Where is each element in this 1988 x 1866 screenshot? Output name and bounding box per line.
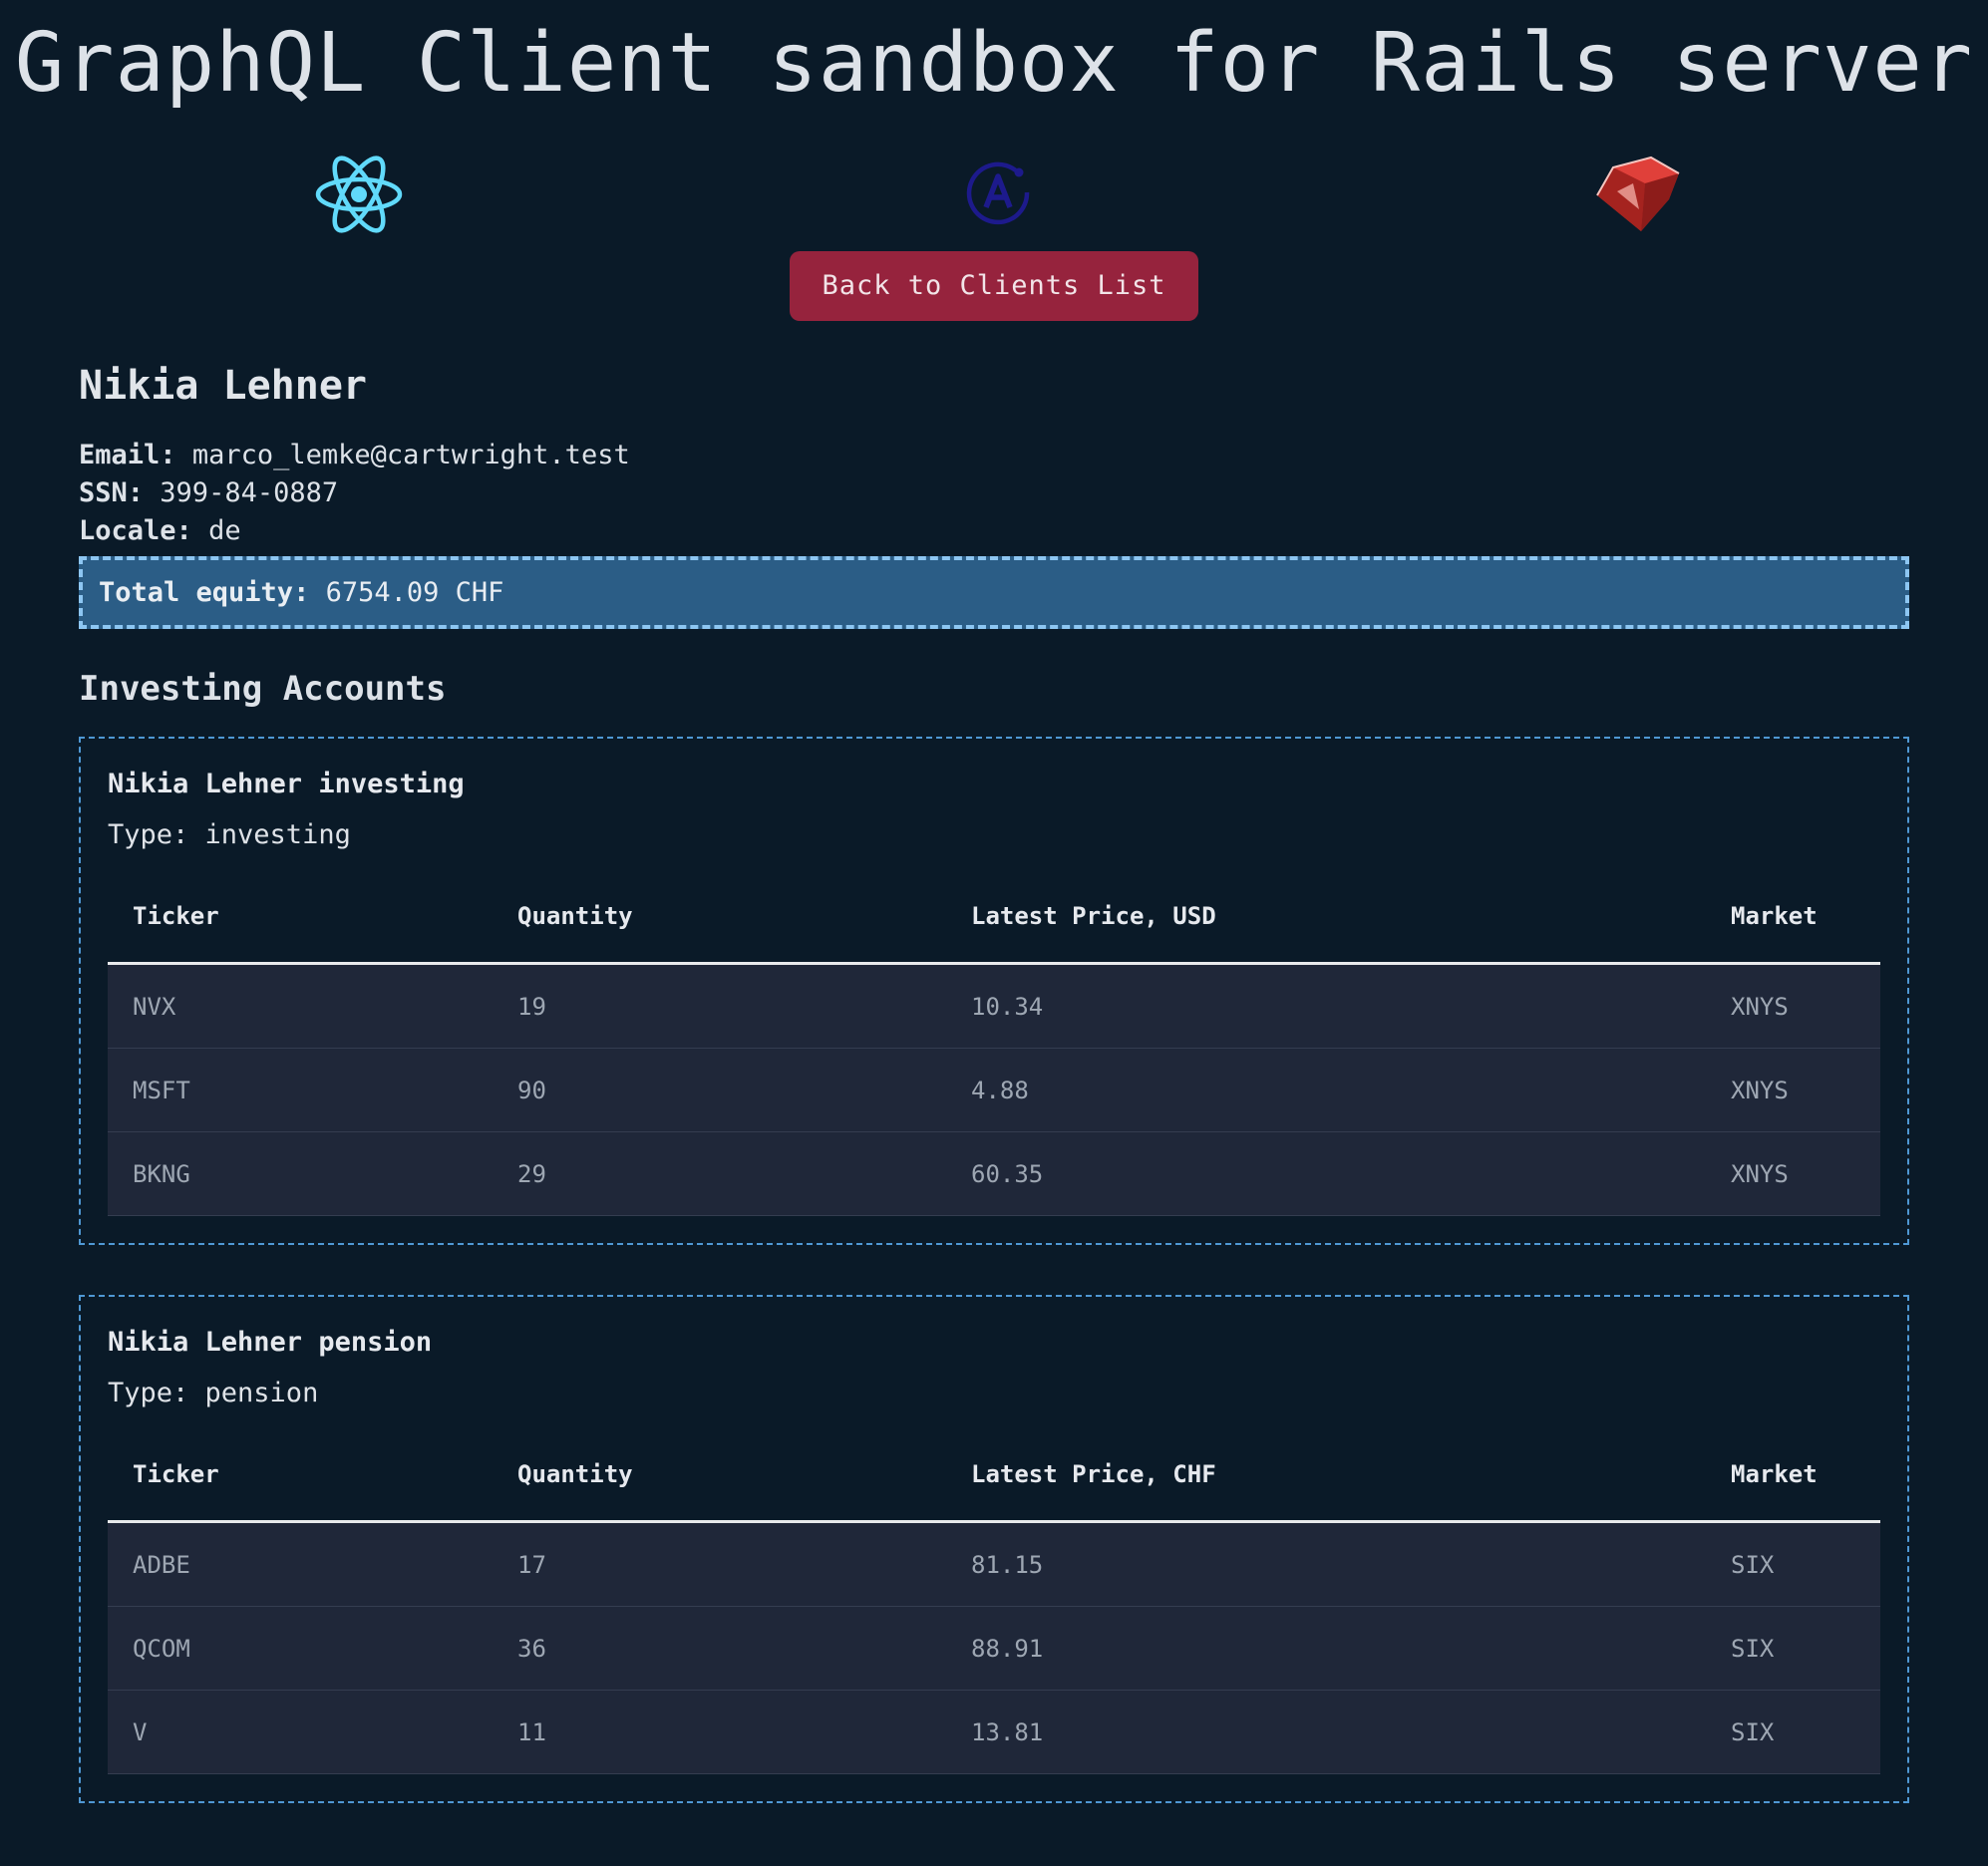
page-title: GraphQL Client sandbox for Rails server (14, 16, 1974, 111)
table-row: MSFT 90 4.88 XNYS (108, 1048, 1880, 1132)
table-row: BKNG 29 60.35 XNYS (108, 1131, 1880, 1216)
cell-price: 10.34 (946, 963, 1706, 1049)
accounts-section-title: Investing Accounts (79, 669, 447, 709)
ssn-label: SSN: (79, 477, 145, 508)
cell-quantity: 36 (493, 1606, 946, 1691)
cell-price: 81.15 (946, 1521, 1706, 1607)
logo-row (0, 124, 1988, 233)
cell-quantity: 19 (493, 963, 946, 1049)
cell-quantity: 90 (493, 1048, 946, 1132)
ssn-field: SSN: 399-84-0887 (79, 474, 1909, 512)
column-header-ticker: Ticker (108, 1450, 493, 1523)
cell-price: 60.35 (946, 1131, 1706, 1216)
client-details: Nikia Lehner Email: marco_lemke@cartwrig… (79, 363, 1909, 1803)
equity-label: Total equity: (99, 577, 310, 608)
holdings-table: Ticker Quantity Latest Price, CHF Market… (108, 1450, 1880, 1774)
account-name: Nikia Lehner investing (108, 769, 465, 799)
table-header-row: Ticker Quantity Latest Price, CHF Market (108, 1450, 1880, 1523)
cell-ticker: MSFT (108, 1048, 493, 1132)
account-type: Type: pension (108, 1378, 319, 1408)
holdings-table: Ticker Quantity Latest Price, USD Market… (108, 892, 1880, 1216)
email-field: Email: marco_lemke@cartwright.test (79, 437, 1909, 474)
cell-market: XNYS (1706, 1048, 1880, 1132)
cell-ticker: ADBE (108, 1521, 493, 1607)
account-type: Type: investing (108, 819, 351, 850)
column-header-market: Market (1706, 1450, 1880, 1523)
account-name: Nikia Lehner pension (108, 1327, 433, 1358)
cell-market: XNYS (1706, 1131, 1880, 1216)
table-row: ADBE 17 81.15 SIX (108, 1521, 1880, 1607)
email-label: Email: (79, 440, 176, 470)
cell-price: 88.91 (946, 1606, 1706, 1691)
cell-price: 4.88 (946, 1048, 1706, 1132)
locale-field: Locale: de (79, 512, 1909, 550)
cell-ticker: V (108, 1690, 493, 1774)
cell-market: SIX (1706, 1606, 1880, 1691)
column-header-price: Latest Price, USD (946, 892, 1706, 965)
equity-value: 6754.09 CHF (325, 577, 504, 608)
cell-price: 13.81 (946, 1690, 1706, 1774)
ruby-icon (1596, 156, 1680, 231)
cell-market: SIX (1706, 1690, 1880, 1774)
locale-value: de (208, 515, 241, 546)
cell-market: SIX (1706, 1521, 1880, 1607)
table-row: V 11 13.81 SIX (108, 1690, 1880, 1774)
table-header-row: Ticker Quantity Latest Price, USD Market (108, 892, 1880, 965)
column-header-market: Market (1706, 892, 1880, 965)
apollo-icon (966, 161, 1030, 225)
column-header-ticker: Ticker (108, 892, 493, 965)
cell-ticker: BKNG (108, 1131, 493, 1216)
locale-label: Locale: (79, 515, 192, 546)
ssn-value: 399-84-0887 (160, 477, 339, 508)
react-icon (315, 156, 403, 233)
back-to-clients-button[interactable]: Back to Clients List (790, 251, 1198, 321)
cell-ticker: QCOM (108, 1606, 493, 1691)
total-equity-box: Total equity: 6754.09 CHF (79, 556, 1909, 629)
cell-quantity: 17 (493, 1521, 946, 1607)
account-card-investing: Nikia Lehner investing Type: investing T… (79, 737, 1909, 1245)
column-header-quantity: Quantity (493, 1450, 946, 1523)
cell-quantity: 11 (493, 1690, 946, 1774)
table-row: NVX 19 10.34 XNYS (108, 963, 1880, 1049)
table-row: QCOM 36 88.91 SIX (108, 1606, 1880, 1691)
cell-quantity: 29 (493, 1131, 946, 1216)
account-card-pension: Nikia Lehner pension Type: pension Ticke… (79, 1295, 1909, 1803)
column-header-quantity: Quantity (493, 892, 946, 965)
client-name: Nikia Lehner (79, 363, 367, 409)
cell-market: XNYS (1706, 963, 1880, 1049)
cell-ticker: NVX (108, 963, 493, 1049)
column-header-price: Latest Price, CHF (946, 1450, 1706, 1523)
email-value: marco_lemke@cartwright.test (191, 440, 630, 470)
